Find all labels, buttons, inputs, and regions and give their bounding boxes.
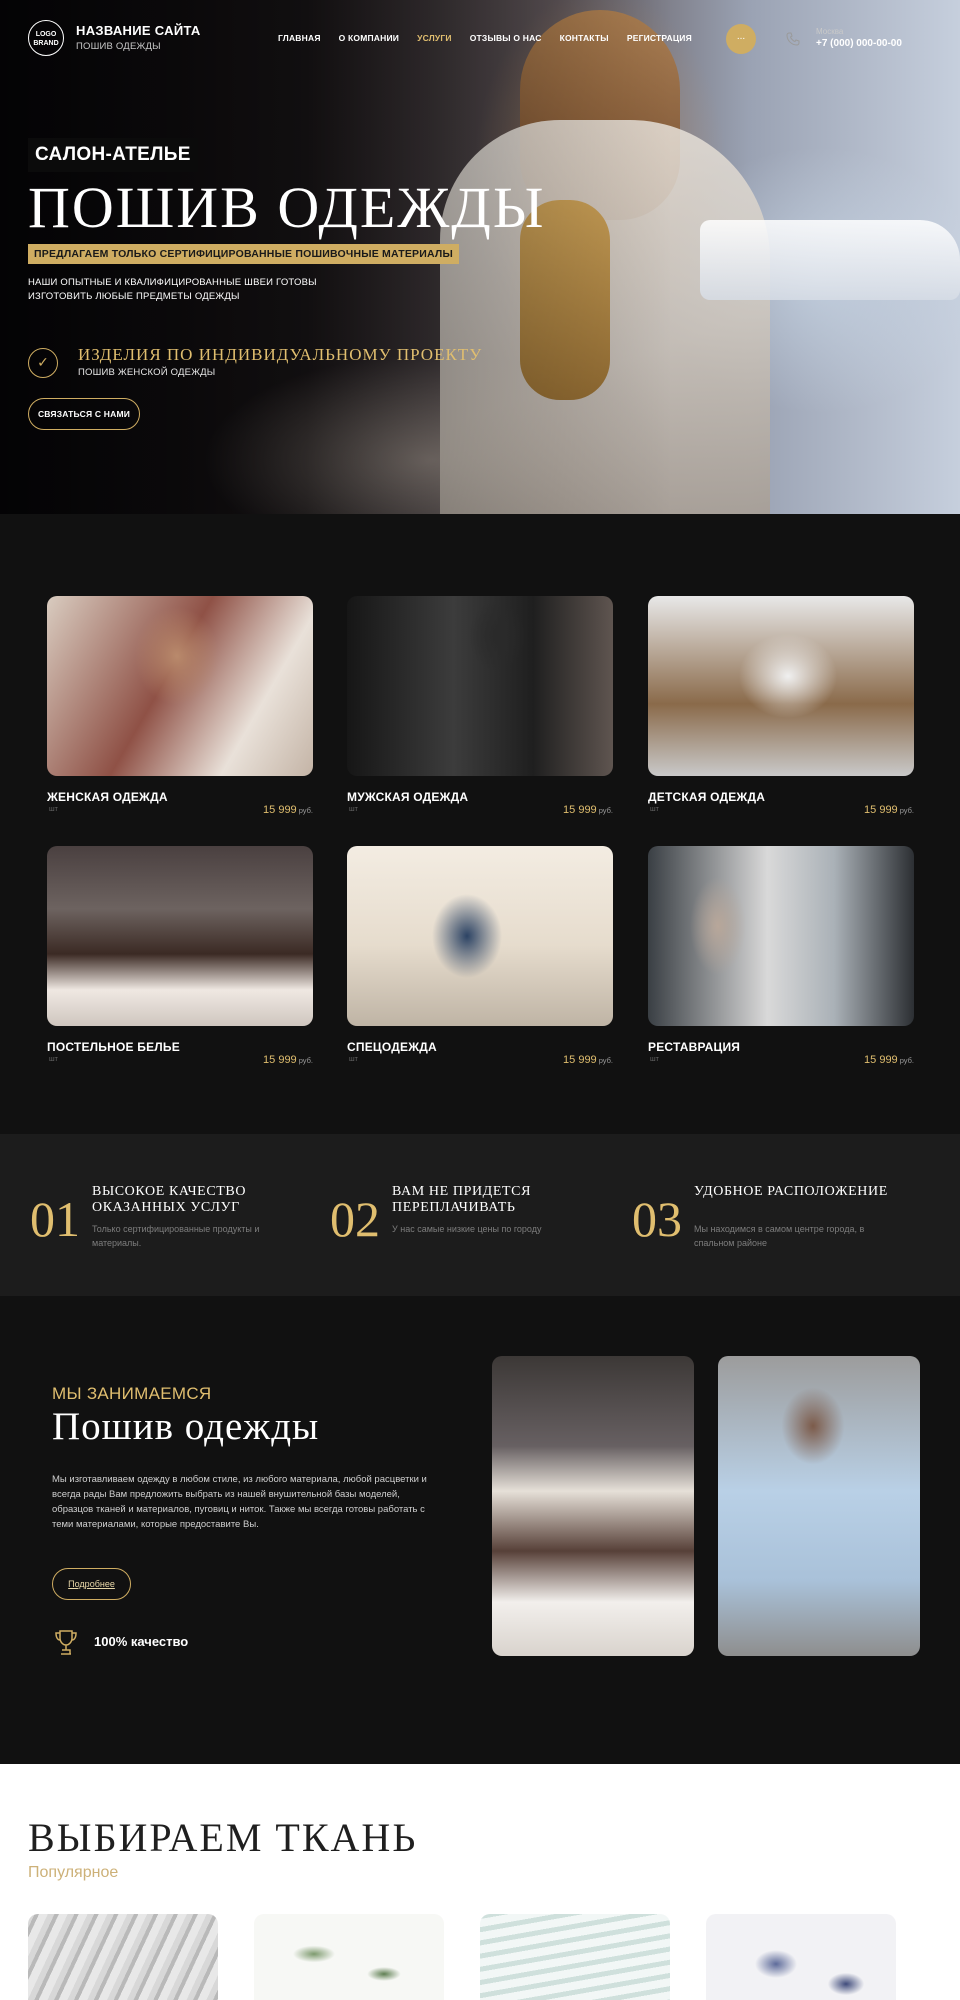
price-currency: руб. bbox=[298, 806, 313, 815]
fabric-tile-toile[interactable] bbox=[706, 1914, 896, 2000]
service-photo bbox=[347, 846, 613, 1026]
more-button[interactable]: Подробнее bbox=[52, 1568, 131, 1600]
fabric-subtitle: Популярное bbox=[28, 1864, 119, 1881]
service-card-kids[interactable]: ДЕТСКАЯ ОДЕЖДА шт 15 999 руб. bbox=[648, 596, 914, 816]
logo-subtext: BRAND bbox=[33, 40, 59, 47]
quality-label: 100% качество bbox=[94, 1634, 189, 1649]
service-unit: шт bbox=[49, 806, 58, 813]
logo-text: LOGO bbox=[35, 31, 57, 38]
price-currency: руб. bbox=[598, 806, 613, 815]
service-name: РЕСТАВРАЦИЯ bbox=[648, 1040, 741, 1054]
benefit-item: 01 ВЫСОКОЕ КАЧЕСТВО ОКАЗАННЫХ УСЛУГ Толь… bbox=[30, 1134, 330, 1296]
fabric-tile-waves[interactable] bbox=[480, 1914, 670, 2000]
about-section: МЫ ЗАНИМАЕМСЯ Пошив одежды Мы изготавлив… bbox=[0, 1296, 960, 1764]
logo[interactable]: LOGO BRAND bbox=[28, 20, 64, 56]
nav-item-registration[interactable]: РЕГИСТРАЦИЯ bbox=[627, 33, 692, 43]
service-photo bbox=[347, 596, 613, 776]
service-card-restoration[interactable]: РЕСТАВРАЦИЯ шт 15 999 руб. bbox=[648, 846, 914, 1066]
hero-description: НАШИ ОПЫТНЫЕ И КВАЛИФИЦИРОВАННЫЕ ШВЕИ ГО… bbox=[28, 277, 317, 302]
trophy-icon bbox=[52, 1628, 80, 1658]
hero-tag: САЛОН-АТЕЛЬЕ bbox=[28, 138, 198, 172]
site-tagline: ПОШИВ ОДЕЖДЫ bbox=[76, 41, 161, 52]
benefit-item: 02 ВАМ НЕ ПРИДЕТСЯ ПЕРЕПЛАЧИВАТЬ У нас с… bbox=[330, 1134, 630, 1296]
about-photo-model bbox=[718, 1356, 920, 1656]
service-price: 15 999 руб. bbox=[864, 1054, 914, 1066]
about-photo-bedroom bbox=[492, 1356, 694, 1656]
project-subtitle: ПОШИВ ЖЕНСКОЙ ОДЕЖДЫ bbox=[78, 367, 216, 378]
check-badge-icon: ✓ bbox=[28, 348, 58, 378]
benefit-title: ВЫСОКОЕ КАЧЕСТВО ОКАЗАННЫХ УСЛУГ bbox=[92, 1184, 247, 1215]
fabric-tile-marble[interactable] bbox=[28, 1914, 218, 2000]
price-currency: руб. bbox=[899, 806, 914, 815]
service-name: ЖЕНСКАЯ ОДЕЖДА bbox=[47, 790, 168, 804]
city-label: Москва bbox=[816, 27, 844, 36]
benefit-number: 01 bbox=[30, 1191, 80, 1247]
service-price: 15 999 руб. bbox=[263, 1054, 313, 1066]
contact-us-button[interactable]: СВЯЗАТЬСЯ С НАМИ bbox=[28, 398, 140, 430]
phone-number[interactable]: +7 (000) 000-00-00 bbox=[816, 38, 902, 49]
service-photo bbox=[47, 596, 313, 776]
nav-item-reviews[interactable]: ОТЗЫВЫ О НАС bbox=[470, 33, 542, 43]
service-price: 15 999 руб. bbox=[864, 804, 914, 816]
nav-item-about[interactable]: О КОМПАНИИ bbox=[339, 33, 399, 43]
benefit-number: 02 bbox=[330, 1191, 380, 1247]
benefit-item: 03 УДОБНОЕ РАСПОЛОЖЕНИЕ Мы находимся в с… bbox=[632, 1134, 932, 1296]
service-price: 15 999 руб. bbox=[563, 804, 613, 816]
service-card-workwear[interactable]: СПЕЦОДЕЖДА шт 15 999 руб. bbox=[347, 846, 613, 1066]
service-photo bbox=[47, 846, 313, 1026]
benefit-title: ВАМ НЕ ПРИДЕТСЯ ПЕРЕПЛАЧИВАТЬ bbox=[392, 1184, 532, 1215]
fabric-tile-leaves[interactable] bbox=[254, 1914, 444, 2000]
services-section: ЖЕНСКАЯ ОДЕЖДА шт 15 999 руб. МУЖСКАЯ ОДЕ… bbox=[0, 514, 960, 1134]
service-unit: шт bbox=[650, 1056, 659, 1063]
about-text: Мы изготавливаем одежду в любом стиле, и… bbox=[52, 1474, 427, 1530]
project-title: ИЗДЕЛИЯ ПО ИНДИВИДУАЛЬНОМУ ПРОЕКТУ bbox=[78, 345, 483, 364]
nav-item-services[interactable]: УСЛУГИ bbox=[417, 33, 452, 43]
service-name: ДЕТСКАЯ ОДЕЖДА bbox=[648, 790, 766, 804]
top-navigation-bar: LOGO BRAND НАЗВАНИЕ САЙТА ПОШИВ ОДЕЖДЫ Г… bbox=[0, 0, 960, 78]
benefit-title: УДОБНОЕ РАСПОЛОЖЕНИЕ bbox=[694, 1184, 888, 1199]
service-photo bbox=[648, 596, 914, 776]
service-name: СПЕЦОДЕЖДА bbox=[347, 1040, 437, 1054]
service-card-bedding[interactable]: ПОСТЕЛЬНОЕ БЕЛЬЕ шт 15 999 руб. bbox=[47, 846, 313, 1066]
nav-item-home[interactable]: ГЛАВНАЯ bbox=[278, 33, 321, 43]
service-unit: шт bbox=[349, 1056, 358, 1063]
price-value: 15 999 bbox=[563, 1054, 597, 1066]
price-value: 15 999 bbox=[864, 1054, 898, 1066]
service-unit: шт bbox=[349, 806, 358, 813]
callback-button[interactable]: ... bbox=[726, 24, 756, 54]
nav-item-contacts[interactable]: КОНТАКТЫ bbox=[560, 33, 609, 43]
site-name[interactable]: НАЗВАНИЕ САЙТА bbox=[76, 23, 201, 38]
price-value: 15 999 bbox=[263, 1054, 297, 1066]
main-nav: ГЛАВНАЯ О КОМПАНИИ УСЛУГИ ОТЗЫВЫ О НАС К… bbox=[278, 33, 692, 43]
price-value: 15 999 bbox=[563, 804, 597, 816]
fabric-title: ВЫБИРАЕМ ТКАНЬ bbox=[28, 1815, 418, 1860]
about-title: Пошив одежды bbox=[52, 1405, 320, 1448]
price-value: 15 999 bbox=[263, 804, 297, 816]
service-name: ПОСТЕЛЬНОЕ БЕЛЬЕ bbox=[47, 1040, 180, 1054]
about-kicker: МЫ ЗАНИМАЕМСЯ bbox=[52, 1384, 212, 1403]
service-name: МУЖСКАЯ ОДЕЖДА bbox=[347, 790, 469, 804]
benefit-number: 03 bbox=[632, 1191, 682, 1247]
service-unit: шт bbox=[650, 806, 659, 813]
service-photo bbox=[648, 846, 914, 1026]
price-currency: руб. bbox=[298, 1056, 313, 1065]
benefit-description: У нас самые низкие цены по городу bbox=[392, 1224, 542, 1234]
service-card-women[interactable]: ЖЕНСКАЯ ОДЕЖДА шт 15 999 руб. bbox=[47, 596, 313, 816]
benefit-description: Мы находимся в самом центре города, в сп… bbox=[694, 1224, 865, 1248]
benefits-section: 01 ВЫСОКОЕ КАЧЕСТВО ОКАЗАННЫХ УСЛУГ Толь… bbox=[0, 1134, 960, 1296]
hero-highlight: ПРЕДЛАГАЕМ ТОЛЬКО СЕРТИФИЦИРОВАННЫЕ ПОШИ… bbox=[28, 244, 459, 264]
price-currency: руб. bbox=[899, 1056, 914, 1065]
service-price: 15 999 руб. bbox=[563, 1054, 613, 1066]
price-value: 15 999 bbox=[864, 804, 898, 816]
service-price: 15 999 руб. bbox=[263, 804, 313, 816]
hero-section: LOGO BRAND НАЗВАНИЕ САЙТА ПОШИВ ОДЕЖДЫ Г… bbox=[0, 0, 960, 514]
service-card-men[interactable]: МУЖСКАЯ ОДЕЖДА шт 15 999 руб. bbox=[347, 596, 613, 816]
benefit-description: Только сертифицированные продукты и мате… bbox=[92, 1224, 260, 1248]
phone-icon bbox=[786, 32, 800, 46]
service-unit: шт bbox=[49, 1056, 58, 1063]
price-currency: руб. bbox=[598, 1056, 613, 1065]
fabric-section: ВЫБИРАЕМ ТКАНЬ Популярное bbox=[0, 1764, 960, 2000]
hero-title: ПОШИВ ОДЕЖДЫ bbox=[28, 175, 546, 240]
